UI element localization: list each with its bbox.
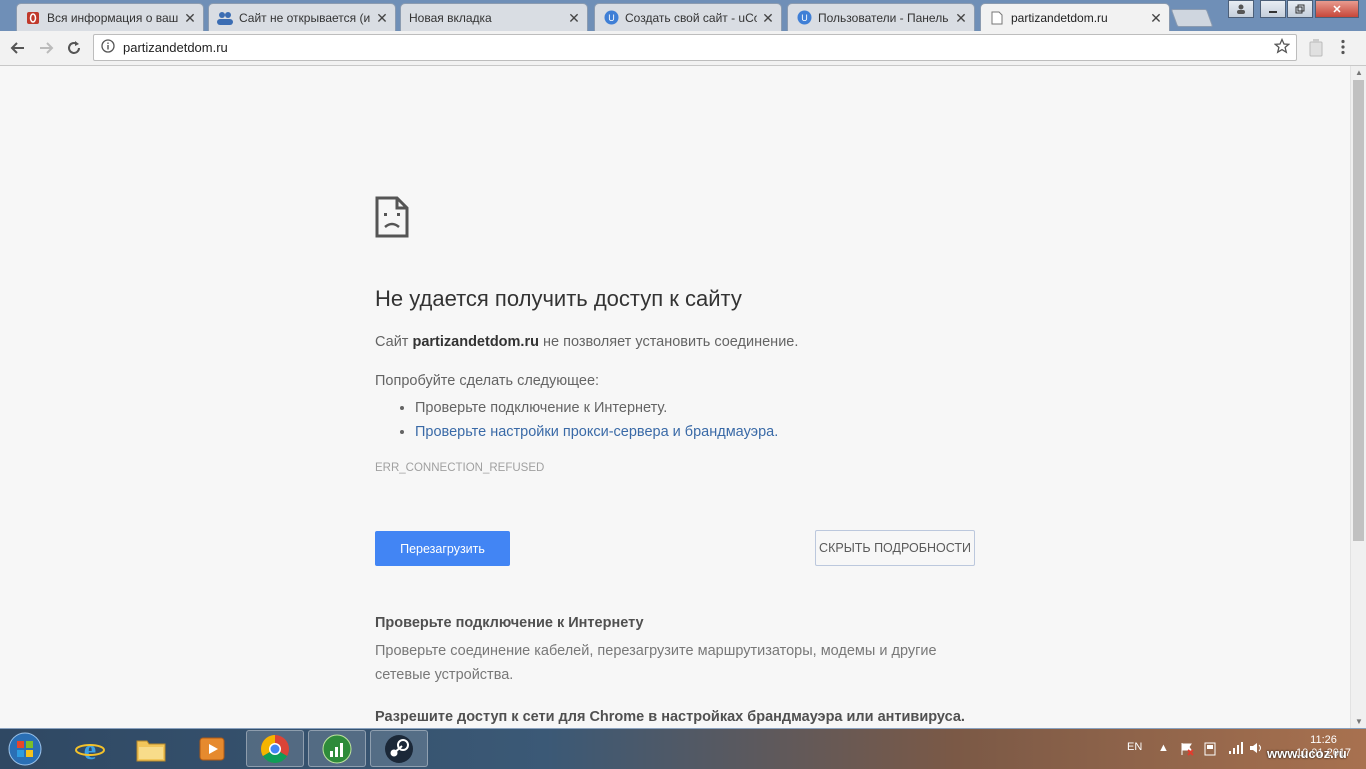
proxy-firewall-link[interactable]: Проверьте настройки прокси-сервера и бра… [415, 424, 778, 440]
details-firewall-heading: Разрешите доступ к сети для Chrome в нас… [375, 709, 965, 725]
address-bar[interactable]: partizandetdom.ru [93, 34, 1297, 61]
device-icon[interactable] [1204, 742, 1216, 759]
opera-red-icon [25, 10, 41, 26]
user-icon [1237, 4, 1245, 14]
signal-app-icon [322, 734, 352, 763]
chrome-icon [261, 734, 289, 763]
extension-icon[interactable] [1308, 39, 1324, 62]
forward-arrow-icon [40, 42, 54, 54]
ucoz-icon: U [603, 10, 619, 26]
error-page: Не удается получить доступ к сайту Сайт … [0, 66, 1350, 728]
windows-logo-icon [8, 732, 42, 766]
language-indicator[interactable]: EN [1127, 741, 1142, 753]
close-icon[interactable]: ✕ [954, 11, 968, 25]
suggestion-proxy-firewall: Проверьте настройки прокси-сервера и бра… [415, 420, 778, 444]
volume-icon[interactable] [1249, 742, 1263, 757]
internet-explorer-icon: e [75, 735, 105, 764]
sad-page-icon [375, 196, 409, 243]
close-icon[interactable]: ✕ [375, 11, 389, 25]
reload-button[interactable]: Перезагрузить [375, 531, 510, 566]
close-icon[interactable]: ✕ [1149, 11, 1163, 25]
reload-icon [68, 41, 80, 54]
taskbar-media-player[interactable] [183, 730, 241, 767]
taskbar-steam[interactable] [370, 730, 428, 767]
url-text[interactable]: partizandetdom.ru [123, 40, 1274, 55]
page-icon [989, 10, 1005, 26]
show-hidden-icons-icon[interactable]: ▲ [1158, 742, 1169, 754]
error-code: ERR_CONNECTION_REFUSED [375, 462, 545, 474]
close-icon[interactable]: ✕ [761, 11, 775, 25]
new-tab-button[interactable] [1170, 9, 1214, 27]
close-window-button[interactable]: ✕ [1315, 0, 1359, 18]
taskbar-chrome[interactable] [246, 730, 304, 767]
ucoz-icon: U [796, 10, 812, 26]
error-description: Сайт partizandetdom.ru не позволяет уста… [375, 334, 798, 350]
minimize-icon [1269, 11, 1277, 13]
taskbar-internet-explorer[interactable]: e [61, 730, 119, 767]
restore-icon [1295, 4, 1305, 14]
browser-toolbar: partizandetdom.ru [0, 31, 1366, 66]
tab-users-panel[interactable]: U Пользователи - Панель ✕ [787, 3, 975, 31]
user-profile-button[interactable] [1228, 0, 1254, 18]
menu-button[interactable] [1340, 39, 1346, 60]
close-icon[interactable]: ✕ [183, 11, 197, 25]
folder-icon [136, 740, 166, 761]
media-player-icon [199, 737, 225, 760]
tab-label: Вся информация о ваш [47, 10, 179, 25]
svg-text:e: e [84, 735, 96, 764]
taskbar-signal-app[interactable] [308, 730, 366, 767]
minimize-button[interactable] [1260, 0, 1286, 18]
people-icon [217, 10, 233, 26]
tab-site-not-opening[interactable]: Сайт не открывается (и ✕ [208, 3, 396, 31]
suggestions-list: Проверьте подключение к Интернету. Прове… [394, 396, 778, 444]
watermark: www.ucoz.ru [1267, 746, 1347, 761]
reload-toolbar-button[interactable] [64, 38, 84, 58]
close-icon: ✕ [1332, 3, 1342, 16]
steam-icon [385, 734, 413, 763]
scroll-down-arrow-icon[interactable]: ▼ [1354, 717, 1364, 726]
taskbar-explorer[interactable] [122, 730, 180, 767]
forward-button[interactable] [36, 38, 56, 58]
kebab-menu-icon [1341, 39, 1345, 55]
maximize-button[interactable] [1287, 0, 1313, 18]
tab-label: Сайт не открывается (и [239, 10, 371, 25]
site-name: partizandetdom.ru [412, 334, 539, 350]
close-icon[interactable]: ✕ [567, 11, 581, 25]
windows-taskbar: e EN ▲ 11:26 10.01.2017 www.ucoz.ru [0, 728, 1366, 769]
details-check-heading: Проверьте подключение к Интернету [375, 615, 644, 631]
info-icon[interactable] [101, 39, 115, 56]
network-signal-icon[interactable] [1228, 742, 1244, 757]
tab-label: Пользователи - Панель [818, 10, 949, 25]
svg-text:U: U [801, 13, 808, 23]
scrollbar-thumb[interactable] [1353, 80, 1364, 541]
vertical-scrollbar[interactable]: ▲ ▼ [1350, 66, 1366, 728]
error-title: Не удается получить доступ к сайту [375, 286, 742, 311]
description-prefix: Сайт [375, 334, 409, 350]
tab-label: partizandetdom.ru [1011, 10, 1108, 25]
tab-partizandetdom[interactable]: partizandetdom.ru ✕ [980, 3, 1170, 31]
tab-ucoz-create[interactable]: U Создать свой сайт - uCo ✕ [594, 3, 782, 31]
description-suffix: не позволяет установить соединение. [543, 334, 799, 350]
try-heading: Попробуйте сделать следующее: [375, 373, 600, 389]
back-button[interactable] [8, 38, 28, 58]
tab-new-tab[interactable]: Новая вкладка ✕ [400, 3, 588, 31]
tab-strip: Вся информация о ваш ✕ Сайт не открывает… [0, 0, 1366, 31]
scroll-up-arrow-icon[interactable]: ▲ [1354, 68, 1364, 77]
hide-details-button[interactable]: СКРЫТЬ ПОДРОБНОСТИ [815, 530, 975, 566]
action-center-flag-icon[interactable] [1180, 742, 1194, 759]
back-arrow-icon [10, 42, 24, 54]
tab-info[interactable]: Вся информация о ваш ✕ [16, 3, 204, 31]
start-button[interactable] [3, 731, 47, 767]
tab-label: Новая вкладка [409, 10, 492, 25]
suggestion-check-connection: Проверьте подключение к Интернету. [415, 396, 778, 420]
svg-text:U: U [608, 13, 615, 23]
bookmark-star-icon[interactable] [1273, 37, 1291, 57]
details-check-text: Проверьте соединение кабелей, перезагруз… [375, 643, 937, 683]
tab-label: Создать свой сайт - uCo [625, 10, 757, 25]
